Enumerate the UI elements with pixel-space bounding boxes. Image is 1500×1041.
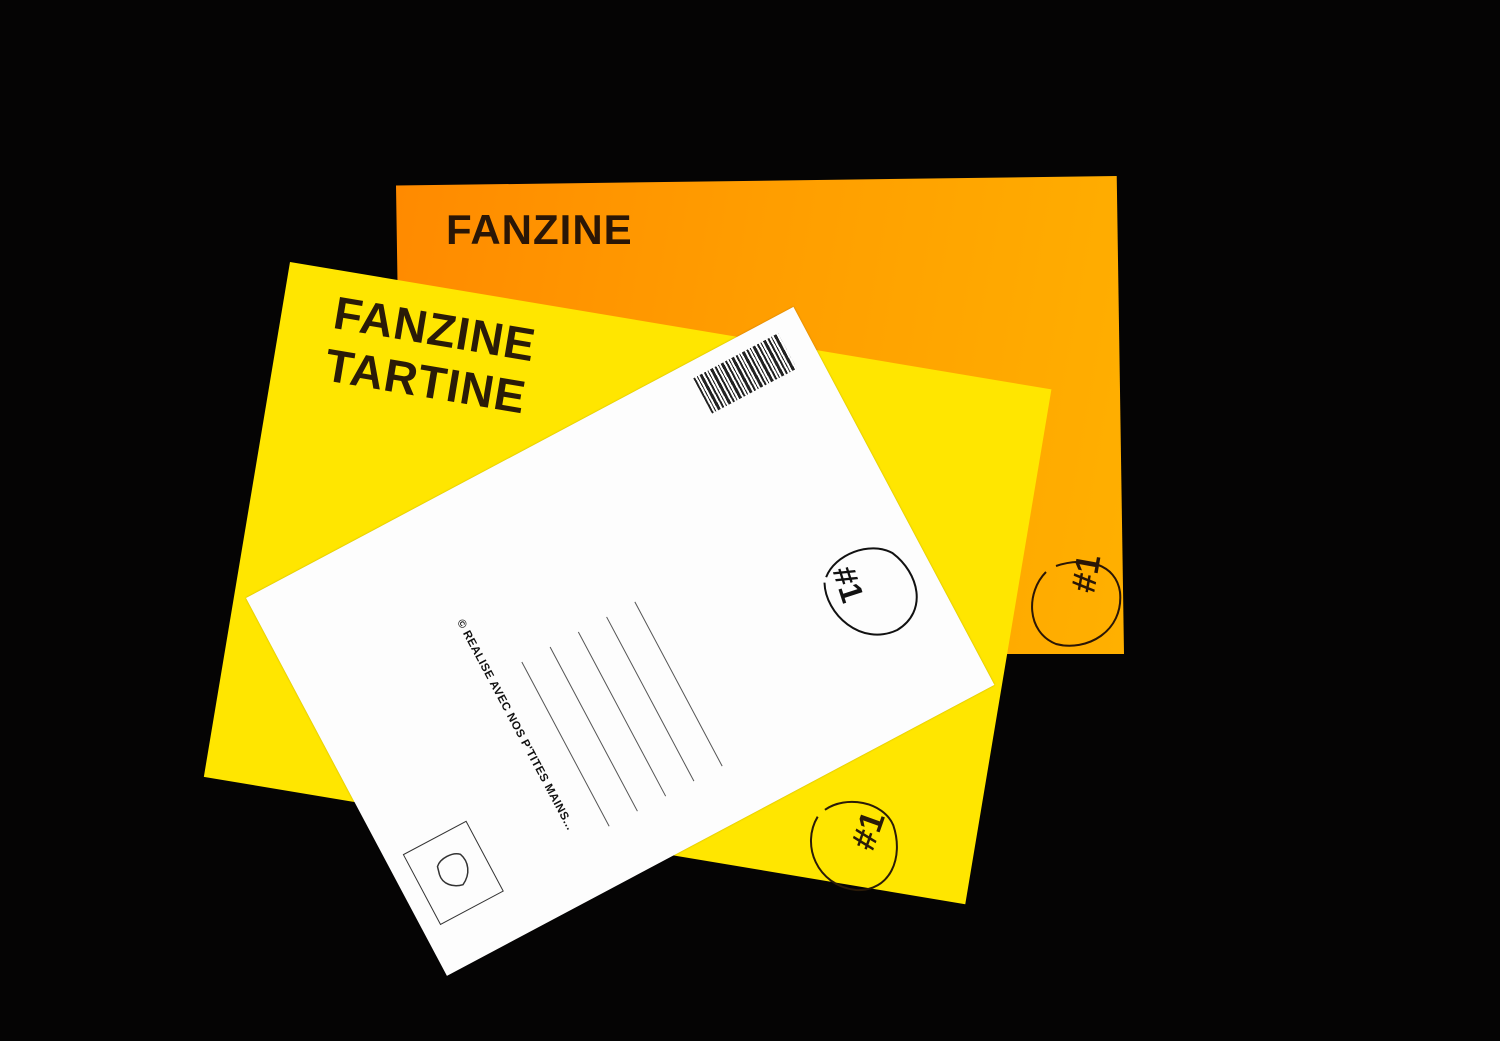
address-line xyxy=(606,616,695,782)
address-line xyxy=(577,631,667,797)
orange-cover-title: FANZINE xyxy=(446,206,633,253)
stamp-box xyxy=(402,820,504,926)
address-line xyxy=(634,601,723,767)
orange-cover-issue: #1 xyxy=(1064,551,1109,596)
address-line xyxy=(549,646,638,812)
yellow-issue-scribble xyxy=(809,800,898,892)
stamp-doodle-icon xyxy=(436,853,469,887)
photo-scene: FANZINE #1 FANZINE TARTINE #1 © REALISE … xyxy=(0,0,1500,1041)
yellow-cover-title: FANZINE TARTINE xyxy=(321,286,539,424)
postcard-credit: © REALISE AVEC NOS P'TITES MAINS... xyxy=(454,617,577,833)
address-line xyxy=(521,661,610,827)
